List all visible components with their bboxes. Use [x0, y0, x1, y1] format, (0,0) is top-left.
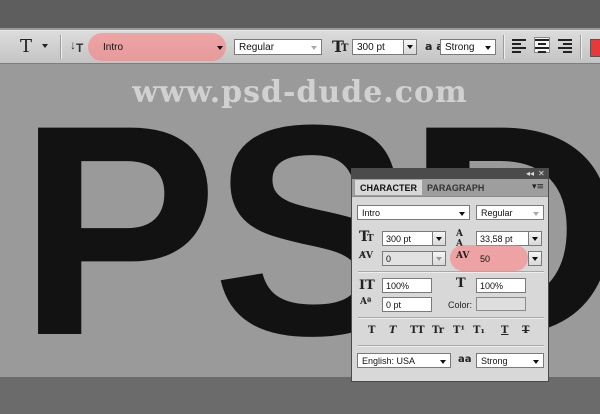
font-size-dropdown-button[interactable]: [432, 231, 446, 246]
leading-value: 33,58 pt: [480, 234, 513, 244]
watermark: www.psd-dude.com: [132, 75, 468, 110]
font-size-dropdown-button[interactable]: [403, 39, 417, 55]
font-style-select[interactable]: Regular: [234, 39, 322, 55]
chevron-down-icon: [407, 45, 413, 49]
language-select[interactable]: English: USA: [357, 353, 451, 368]
divider: [358, 271, 544, 273]
chevron-down-icon: [532, 257, 538, 261]
superscript-button[interactable]: T¹: [453, 325, 465, 336]
panel-antialias-value: Strong: [481, 356, 508, 366]
all-caps-button[interactable]: TT: [410, 325, 425, 336]
font-size-icon: TT: [359, 229, 374, 245]
vertical-scale-input[interactable]: 100%: [382, 278, 432, 293]
align-left-icon[interactable]: [512, 38, 526, 53]
chevron-down-icon: [311, 46, 317, 50]
panel-font-style-select[interactable]: Regular: [476, 205, 544, 220]
chevron-down-icon: [533, 212, 539, 216]
kerning-dropdown-button[interactable]: [432, 251, 446, 266]
faux-bold-button[interactable]: T: [368, 325, 375, 336]
panel-font-size-input[interactable]: 300 pt: [382, 231, 433, 246]
underline-button[interactable]: T: [501, 325, 508, 336]
character-panel: ◂◂ ✕ CHARACTER PARAGRAPH ▾≡ Intro Regula…: [351, 168, 549, 382]
small-caps-button[interactable]: Tr: [432, 325, 444, 336]
align-center-icon[interactable]: [534, 37, 550, 53]
chevron-down-icon: [42, 44, 48, 48]
subscript-button[interactable]: T₁: [473, 325, 485, 336]
font-size-input[interactable]: 300 pt: [352, 39, 404, 55]
chevron-down-icon: [532, 237, 538, 241]
text-color-swatch[interactable]: [590, 39, 600, 57]
panel-font-family-select[interactable]: Intro: [357, 205, 470, 220]
horizontal-scale-value: 100%: [480, 281, 504, 291]
vertical-scale-value: 100%: [386, 281, 410, 291]
chevron-down-icon: [436, 237, 442, 241]
baseline-shift-input[interactable]: 0 pt: [382, 297, 432, 312]
leading-input[interactable]: 33,58 pt: [476, 231, 529, 246]
font-style-value: Regular: [239, 42, 275, 53]
chevron-down-icon: [459, 212, 465, 216]
divider: [358, 317, 544, 319]
antialias-select[interactable]: Strong: [440, 39, 496, 55]
canvas-bottom-strip: [0, 377, 600, 414]
baseline-shift-icon: Aª: [360, 297, 372, 307]
tab-character[interactable]: CHARACTER: [355, 180, 422, 195]
panel-title-bar[interactable]: ◂◂ ✕: [352, 169, 548, 179]
panel-antialias-select[interactable]: Strong: [476, 353, 544, 368]
panel-font-family-value: Intro: [362, 208, 381, 218]
tab-paragraph[interactable]: PARAGRAPH: [422, 180, 489, 195]
chevron-down-icon: [436, 257, 442, 261]
antialias-icon: aa: [458, 354, 472, 365]
faux-italic-button[interactable]: T: [389, 325, 396, 336]
chevron-down-icon: [485, 46, 491, 50]
kerning-input[interactable]: 0: [382, 251, 433, 266]
chevron-down-icon: [440, 360, 446, 364]
leading-dropdown-button[interactable]: [528, 231, 542, 246]
language-value: English: USA: [362, 356, 416, 366]
horizontal-scale-input[interactable]: 100%: [476, 278, 526, 293]
chevron-down-icon: [533, 360, 539, 364]
tracking-dropdown-button[interactable]: [528, 251, 542, 266]
font-size-icon: TT: [332, 37, 349, 56]
window-top-strip: [0, 0, 600, 28]
font-family-value: Intro: [103, 42, 124, 53]
panel-menu-icon[interactable]: ▾≡: [532, 182, 544, 192]
divider: [60, 35, 62, 59]
color-label: Color:: [448, 300, 473, 310]
type-tool-preset-button[interactable]: T: [16, 35, 56, 57]
panel-color-swatch[interactable]: [476, 297, 526, 311]
kerning-icon: A̸V: [359, 251, 373, 261]
tracking-icon: AV: [456, 251, 470, 261]
baseline-shift-value: 0 pt: [386, 300, 402, 310]
kerning-value: 0: [386, 254, 392, 264]
tracking-input[interactable]: 50: [476, 251, 529, 266]
close-icon[interactable]: ✕: [538, 169, 545, 178]
font-family-select[interactable]: Intro: [98, 39, 228, 55]
panel-font-style-value: Regular: [481, 208, 513, 218]
collapse-icon[interactable]: ◂◂: [526, 169, 534, 178]
type-tool-icon: T: [20, 36, 33, 57]
antialias-value: Strong: [445, 42, 475, 53]
tracking-value: 50: [480, 254, 491, 264]
strikethrough-button[interactable]: T: [522, 325, 529, 336]
divider: [503, 35, 505, 59]
panel-font-size-value: 300 pt: [386, 234, 412, 244]
divider: [358, 345, 544, 347]
options-bar: T ↓ T Intro Regular TT 300 pt a a Strong: [0, 30, 600, 64]
divider: [580, 35, 582, 59]
vertical-scale-icon: IT: [359, 278, 375, 293]
panel-tab-bar: CHARACTER PARAGRAPH ▾≡: [352, 179, 548, 197]
chevron-down-icon: [217, 46, 223, 50]
align-right-icon[interactable]: [558, 38, 572, 53]
horizontal-scale-icon: T: [456, 276, 466, 291]
font-size-value: 300 pt: [357, 42, 385, 53]
